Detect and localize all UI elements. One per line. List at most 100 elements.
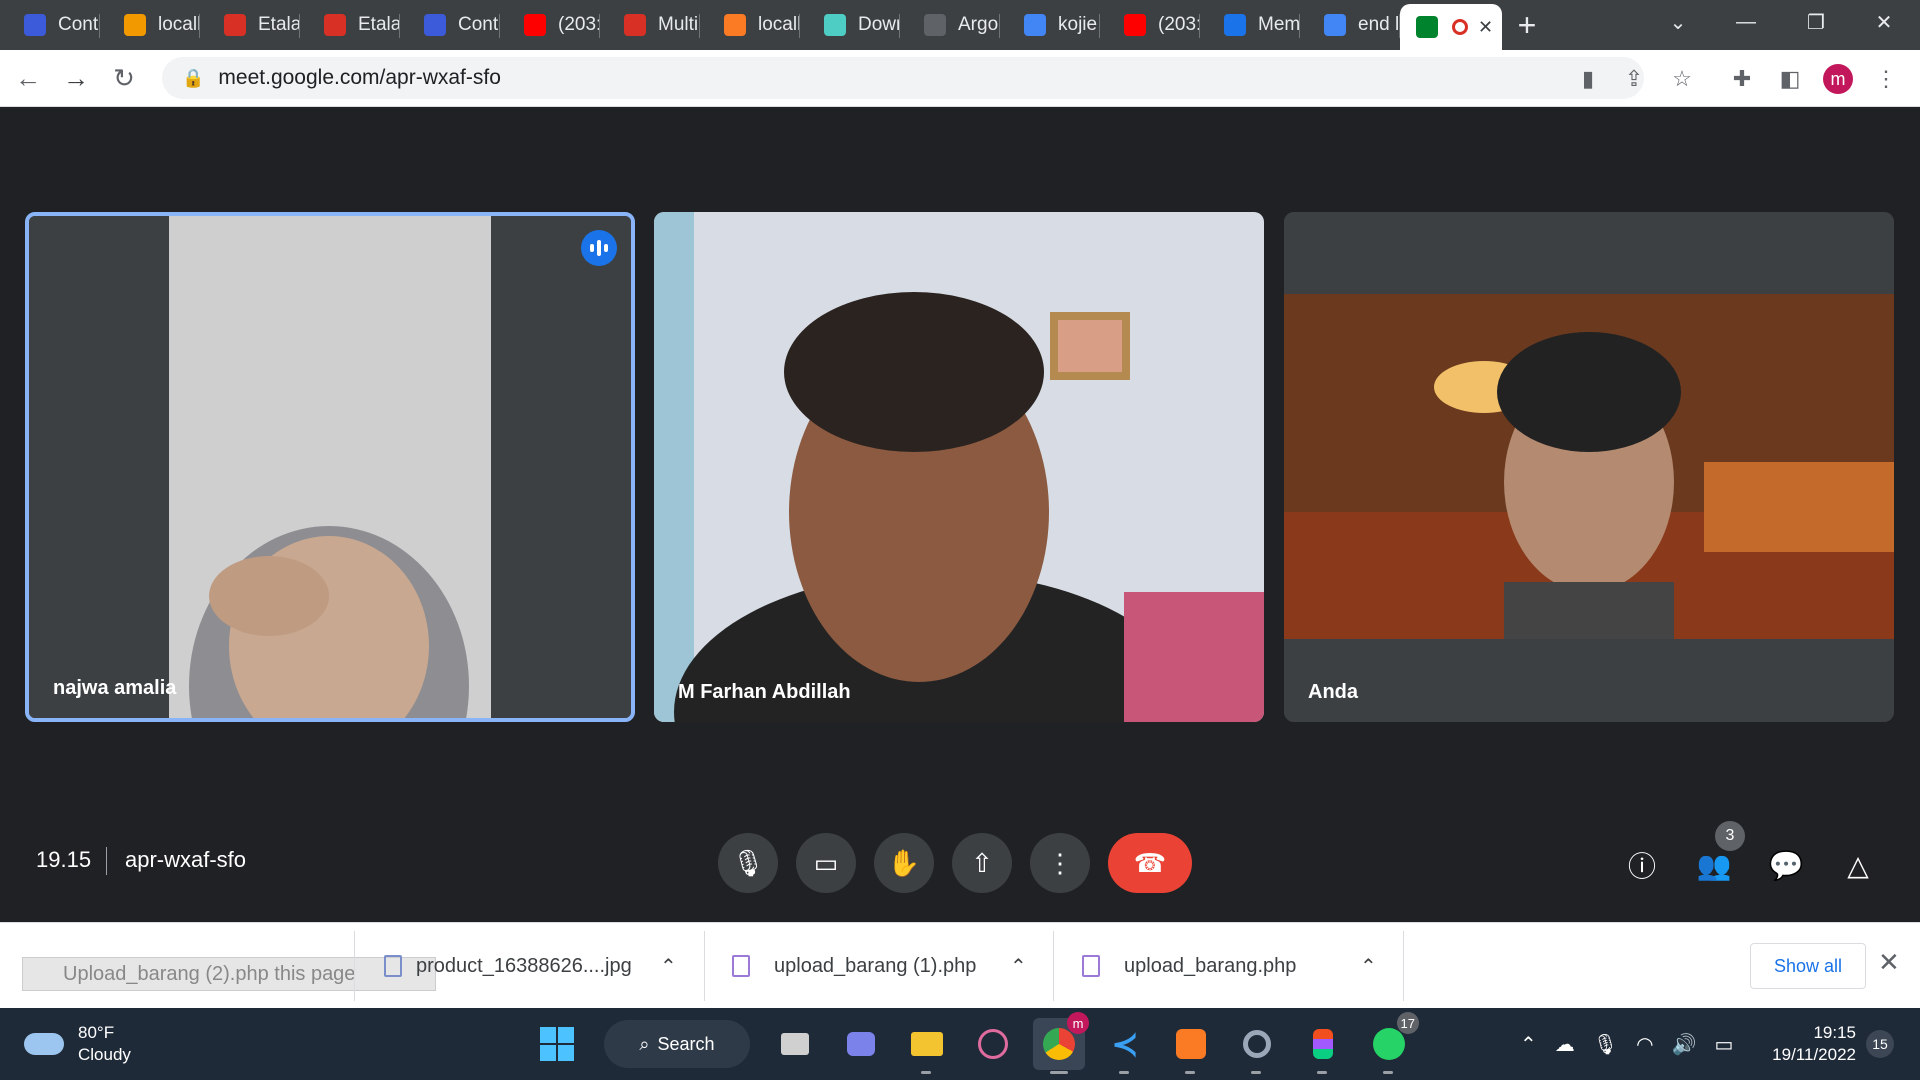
new-tab-button[interactable]: + xyxy=(1502,0,1552,50)
chrome-profile-badge: m xyxy=(1067,1012,1089,1034)
teams-chat-icon[interactable] xyxy=(835,1018,887,1070)
participant-name: Anda xyxy=(1308,681,1358,703)
participant-video xyxy=(654,212,1264,722)
tab-search-icon[interactable]: ⌄ xyxy=(1648,0,1708,44)
tab-title: Conti xyxy=(458,14,500,35)
people-icon: 👥 xyxy=(1696,849,1732,881)
google-icon xyxy=(1024,14,1046,36)
forward-arrow-icon[interactable]: → xyxy=(56,58,96,98)
wifi-icon[interactable]: ◠ xyxy=(1636,1032,1653,1057)
browser-tab[interactable]: Etala xyxy=(200,0,300,50)
task-view-icon[interactable] xyxy=(769,1018,821,1070)
download-filename: upload_barang.php xyxy=(1124,954,1297,977)
participant-tile-farhan[interactable]: M Farhan Abdillah xyxy=(654,212,1264,722)
reload-icon[interactable]: ↻ xyxy=(104,58,144,98)
browser-tab[interactable]: Mem xyxy=(1200,0,1300,50)
whatsapp-icon[interactable]: 17 xyxy=(1363,1012,1419,1074)
chevron-up-icon[interactable]: ⌃ xyxy=(660,923,677,1009)
microphone-button[interactable]: 🎙 xyxy=(718,833,778,893)
chevron-up-icon[interactable]: ⌃ xyxy=(1360,923,1377,1009)
more-menu-icon[interactable]: ⋮ xyxy=(1866,59,1906,99)
browser-tab[interactable]: Etala xyxy=(300,0,400,50)
xampp-icon[interactable] xyxy=(1165,1018,1217,1074)
browser-tab[interactable]: Multi xyxy=(600,0,700,50)
download-filename: product_16388626....jpg xyxy=(416,954,632,977)
media-player-icon[interactable] xyxy=(967,1018,1019,1070)
shapes-icon: △ xyxy=(1847,849,1869,881)
participant-video xyxy=(1284,212,1894,722)
tab-title: Argo xyxy=(958,14,999,35)
tab-title: Mem xyxy=(1258,14,1300,35)
download-item[interactable]: upload_barang (1).php xyxy=(732,923,976,1009)
participant-tile-najwa[interactable]: najwa amalia xyxy=(25,212,635,722)
start-button[interactable] xyxy=(531,1018,583,1070)
browser-tab[interactable]: Dowr xyxy=(800,0,900,50)
close-download-bar-icon[interactable]: ✕ xyxy=(1878,947,1900,978)
browser-tab[interactable]: Argo xyxy=(900,0,1000,50)
participant-video xyxy=(29,216,631,718)
more-options-button[interactable]: ⋮ xyxy=(1030,833,1090,893)
whatsapp-unread-badge: 17 xyxy=(1396,1012,1419,1034)
show-all-downloads-button[interactable]: Show all xyxy=(1750,943,1866,989)
side-panel-icon[interactable]: ◧ xyxy=(1770,59,1810,99)
settings-gear-icon[interactable] xyxy=(1231,1018,1283,1074)
close-window-button[interactable]: ✕ xyxy=(1854,0,1914,44)
browser-tab[interactable]: (203: xyxy=(1100,0,1200,50)
chevron-up-icon[interactable]: ⌃ xyxy=(1010,923,1027,1009)
chat-button[interactable]: 💬 xyxy=(1764,843,1808,887)
onedrive-cloud-icon[interactable]: ☁ xyxy=(1555,1032,1575,1057)
camera-icon[interactable]: ▮ xyxy=(1568,59,1608,99)
tab-title: Etala xyxy=(358,14,400,35)
browser-tab[interactable]: Cont xyxy=(0,0,100,50)
tab-title: Cont xyxy=(58,14,99,35)
camera-button[interactable]: ▭ xyxy=(796,833,856,893)
taskbar-search[interactable]: ⌕ Search xyxy=(604,1020,750,1068)
meeting-details-button[interactable]: ⓘ xyxy=(1620,843,1664,887)
chrome-icon[interactable]: m xyxy=(1033,1012,1089,1074)
tab-title: (203: xyxy=(558,14,600,35)
participant-tile-self[interactable]: Anda xyxy=(1284,212,1894,722)
chevron-up-icon[interactable]: ⌃ xyxy=(1520,1032,1537,1057)
extensions-icon[interactable]: ✚ xyxy=(1722,59,1762,99)
chat-icon: 💬 xyxy=(1768,849,1804,881)
file-explorer-icon[interactable] xyxy=(901,1018,953,1074)
browser-tab[interactable]: end l xyxy=(1300,0,1400,50)
present-screen-button[interactable]: ⇧ xyxy=(952,833,1012,893)
bookmark-star-icon[interactable]: ☆ xyxy=(1662,59,1702,99)
more-vert-icon: ⋮ xyxy=(1047,847,1073,878)
minimize-button[interactable]: — xyxy=(1716,0,1776,44)
weather-widget[interactable]: 80°F Cloudy xyxy=(24,1022,131,1066)
back-arrow-icon[interactable]: ← xyxy=(8,58,48,98)
meeting-time: 19.15 xyxy=(36,847,92,872)
figma-icon[interactable] xyxy=(1297,1018,1349,1074)
microphone-icon[interactable]: 🎙 xyxy=(1593,1032,1618,1057)
download-item[interactable]: product_16388626....jpg xyxy=(384,923,632,1009)
download-item[interactable]: upload_barang.php xyxy=(1082,923,1296,1009)
browser-tab[interactable]: Conti xyxy=(400,0,500,50)
raise-hand-button[interactable]: ✋ xyxy=(874,833,934,893)
search-icon: ⌕ xyxy=(639,1033,650,1054)
battery-icon[interactable]: ▭ xyxy=(1715,1032,1734,1057)
divider xyxy=(704,931,705,1001)
volume-icon[interactable]: 🔊 xyxy=(1672,1032,1697,1057)
vscode-icon[interactable]: ≺ xyxy=(1099,1018,1151,1074)
activities-button[interactable]: △ xyxy=(1836,843,1880,887)
youtube-icon xyxy=(524,14,546,36)
browser-tab[interactable]: locall xyxy=(100,0,200,50)
browser-tab[interactable]: locall xyxy=(700,0,800,50)
restore-button[interactable]: ❐ xyxy=(1786,0,1846,44)
tab-title: (203: xyxy=(1158,14,1200,35)
leave-call-button[interactable]: ☎ xyxy=(1108,833,1192,893)
present-icon: ⇧ xyxy=(971,847,993,878)
speaking-indicator-icon xyxy=(581,230,617,266)
browser-tab[interactable]: kojie xyxy=(1000,0,1100,50)
system-clock[interactable]: 19:15 19/11/2022 xyxy=(1770,1022,1856,1066)
share-icon[interactable]: ⇪ xyxy=(1614,59,1654,99)
tab-title: locall xyxy=(158,14,200,35)
address-bar[interactable]: 🔒 meet.google.com/apr-wxaf-sfo xyxy=(162,57,1644,99)
close-tab-icon[interactable]: ✕ xyxy=(1478,17,1493,38)
browser-tab[interactable]: ✕ xyxy=(1400,4,1502,50)
profile-avatar[interactable]: m xyxy=(1818,59,1858,99)
notification-badge[interactable]: 15 xyxy=(1866,1030,1894,1058)
browser-tab[interactable]: (203: xyxy=(500,0,600,50)
